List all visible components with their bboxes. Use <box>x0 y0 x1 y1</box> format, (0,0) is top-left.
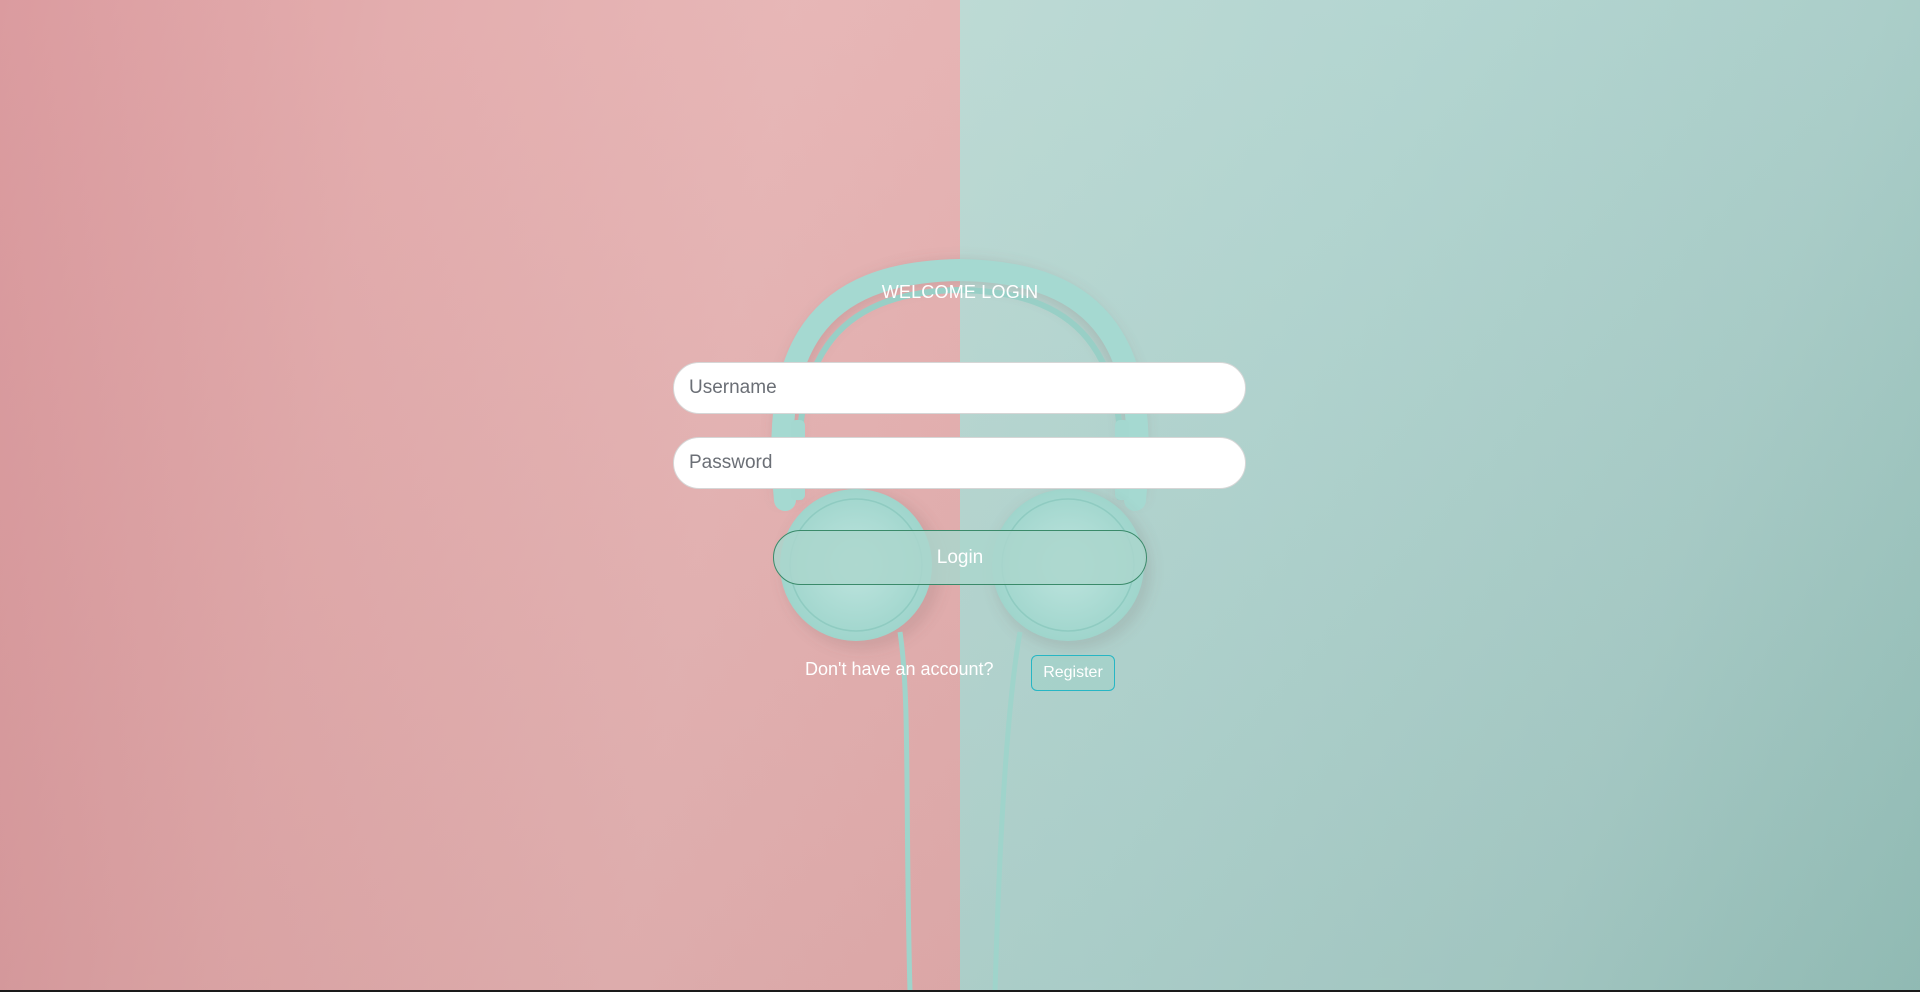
login-page: WELCOME LOGIN Login Don't have an accoun… <box>0 0 1920 992</box>
account-prompt-text: Don't have an account? <box>805 659 994 679</box>
register-prompt-row: Don't have an account? Register <box>760 655 1160 695</box>
page-title: WELCOME LOGIN <box>881 282 1039 302</box>
login-button[interactable]: Login <box>773 530 1147 585</box>
background-teal-half <box>960 0 1920 990</box>
password-input[interactable] <box>673 437 1246 489</box>
background-pink-half <box>0 0 960 990</box>
register-button[interactable]: Register <box>1031 655 1115 691</box>
username-input[interactable] <box>673 362 1246 414</box>
